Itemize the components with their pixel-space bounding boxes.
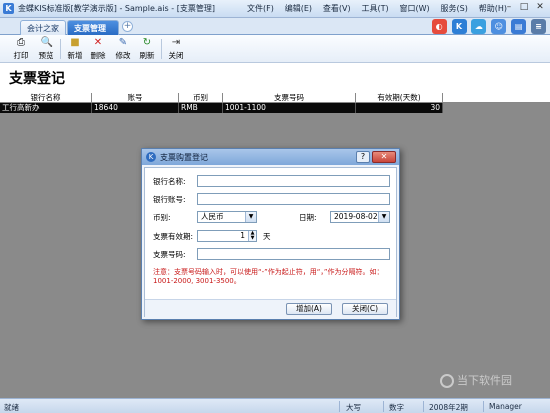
refresh-button[interactable]: ↻ 刷新	[136, 37, 158, 61]
dialog-app-icon: K	[146, 152, 156, 162]
minimize-icon[interactable]: –	[503, 2, 515, 14]
quick-icons: ◐ K ☁ ☺ ▤ ≡	[430, 19, 546, 34]
dialog-body: 银行名称: 银行账号: 币别: 人民币 ▼ 日期: 2019-08-02 ▼ 支…	[144, 167, 397, 317]
status-user: Manager	[489, 402, 522, 411]
date-value: 2019-08-02	[334, 212, 378, 221]
tab-label: 支票管理	[74, 24, 106, 33]
dialog-title-bar: K 支票购置登记 ? ✕	[142, 149, 399, 165]
status-ready: 就绪	[4, 403, 19, 412]
status-bar: 就绪 大写 数字 2008年2期 Manager	[0, 398, 550, 413]
cell-account: 18640	[92, 103, 179, 113]
currency-label: 币别:	[153, 213, 171, 222]
help-icon[interactable]: ?	[356, 151, 370, 163]
dialog-title: 支票购置登记	[160, 153, 208, 162]
status-separator	[383, 401, 384, 412]
cell-valid-days: 30	[356, 103, 443, 113]
check-no-label: 支票号码:	[153, 250, 186, 259]
new-file-icon: ■	[70, 37, 80, 48]
app-logo-icon: K	[3, 3, 14, 14]
column-header-currency[interactable]: 币别	[179, 93, 223, 103]
restore-icon[interactable]: □	[518, 2, 530, 14]
account-field[interactable]	[197, 193, 390, 205]
check-no-field[interactable]	[197, 248, 390, 260]
dialog-button-bar: 增加(A) 关闭(C)	[145, 299, 396, 317]
chevron-down-icon: ▼	[245, 212, 256, 222]
menu-window[interactable]: 窗口(W)	[400, 3, 430, 14]
tab-accounting-home[interactable]: 会计之家	[20, 20, 66, 35]
tab-label: 会计之家	[27, 24, 59, 33]
add-entry-button[interactable]: 增加(A)	[286, 303, 332, 315]
add-button[interactable]: ■ 新增	[64, 37, 86, 61]
bank-name-label: 银行名称:	[153, 177, 186, 186]
chevron-down-icon: ▼	[378, 212, 389, 222]
menu-bar: 文件(F) 编辑(E) 查看(V) 工具(T) 窗口(W) 服务(S) 帮助(H…	[247, 3, 515, 14]
cell-bank: 工行高新办	[0, 103, 92, 113]
status-separator	[339, 401, 340, 412]
status-period: 2008年2期	[429, 403, 468, 412]
chat-icon[interactable]: ▤	[511, 19, 527, 34]
window-title: 金蝶KIS标准版[教学演示版] - Sample.ais - [支票管理]	[18, 4, 215, 13]
menu-edit[interactable]: 编辑(E)	[285, 3, 312, 14]
toolbar-separator	[161, 39, 162, 59]
date-label: 日期:	[299, 213, 317, 222]
status-separator	[423, 401, 424, 412]
check-purchase-dialog: K 支票购置登记 ? ✕ 银行名称: 银行账号: 币别: 人民币 ▼ 日期: 2…	[141, 148, 400, 320]
edit-icon: ✎	[118, 37, 128, 48]
preview-icon: 🔍	[40, 37, 53, 48]
currency-select[interactable]: 人民币 ▼	[197, 211, 257, 223]
column-header-bank[interactable]: 银行名称	[0, 93, 92, 103]
delete-icon: ✕	[93, 37, 103, 48]
grid-header: 银行名称 账号 币别 支票号码 有效期(天数)	[0, 93, 550, 103]
status-separator	[483, 401, 484, 412]
cell-check-no: 1001-1100	[223, 103, 356, 113]
validity-stepper[interactable]: 1 ▲ ▼	[197, 230, 257, 242]
printer-icon: ⎙	[17, 37, 25, 48]
color-palette-icon[interactable]: ◐	[431, 19, 447, 34]
smiley-icon[interactable]: ☺	[491, 19, 507, 34]
validity-value: 1	[240, 231, 245, 240]
input-hint-note: 注意：支票号码输入时，可以使用“-”作为起止符，用“，”作为分隔符。如：1001…	[153, 268, 384, 285]
spin-arrows-icon[interactable]: ▲ ▼	[248, 231, 256, 241]
menu-view[interactable]: 查看(V)	[323, 3, 351, 14]
toolbar-separator	[60, 39, 61, 59]
delete-button[interactable]: ✕ 删除	[87, 37, 109, 61]
exit-icon: ⇥	[171, 37, 181, 48]
menu-file[interactable]: 文件(F)	[247, 3, 274, 14]
validity-unit: 天	[263, 232, 271, 241]
close-icon[interactable]: ✕	[534, 2, 546, 14]
dialog-close-icon[interactable]: ✕	[372, 151, 396, 163]
column-header-account[interactable]: 账号	[92, 93, 179, 103]
menu-icon[interactable]: ≡	[531, 19, 546, 34]
status-caps: 大写	[346, 403, 361, 412]
title-bar: K 金蝶KIS标准版[教学演示版] - Sample.ais - [支票管理] …	[0, 0, 550, 18]
page-header: 支票登记	[0, 63, 550, 91]
date-picker[interactable]: 2019-08-02 ▼	[330, 211, 390, 223]
close-button[interactable]: ⇥ 关闭	[165, 37, 187, 61]
toolbar: ⎙ 打印 🔍 预览 ■ 新增 ✕ 删除 ✎ 修改 ↻ 刷新 ⇥ 关闭	[0, 35, 550, 63]
tab-strip: 会计之家 支票管理 ✕ + ◐ K ☁ ☺ ▤ ≡	[0, 18, 550, 48]
menu-service[interactable]: 服务(S)	[441, 3, 468, 14]
cloud-icon[interactable]: ☁	[471, 19, 487, 34]
menu-tools[interactable]: 工具(T)	[361, 3, 388, 14]
account-label: 银行账号:	[153, 195, 186, 204]
page-title: 支票登记	[9, 71, 65, 87]
validity-label: 支票有效期:	[153, 232, 194, 241]
dialog-close-button[interactable]: 关闭(C)	[342, 303, 388, 315]
watermark-logo-icon	[440, 374, 454, 388]
watermark: 当下软件园	[440, 372, 512, 388]
add-tab-icon[interactable]: +	[122, 21, 133, 32]
currency-value: 人民币	[201, 212, 224, 221]
column-header-check-no[interactable]: 支票号码	[223, 93, 356, 103]
table-row[interactable]: 工行高新办 18640 RMB 1001-1100 30	[0, 103, 443, 113]
kingdee-icon[interactable]: K	[451, 19, 467, 34]
status-num: 数字	[389, 403, 404, 412]
refresh-icon: ↻	[142, 37, 152, 48]
print-button[interactable]: ⎙ 打印	[10, 37, 32, 61]
bank-name-field[interactable]	[197, 175, 390, 187]
preview-button[interactable]: 🔍 预览	[35, 37, 57, 61]
column-header-valid-days[interactable]: 有效期(天数)	[356, 93, 443, 103]
edit-button[interactable]: ✎ 修改	[112, 37, 134, 61]
cell-currency: RMB	[179, 103, 223, 113]
tab-check-management[interactable]: 支票管理 ✕	[67, 20, 119, 48]
